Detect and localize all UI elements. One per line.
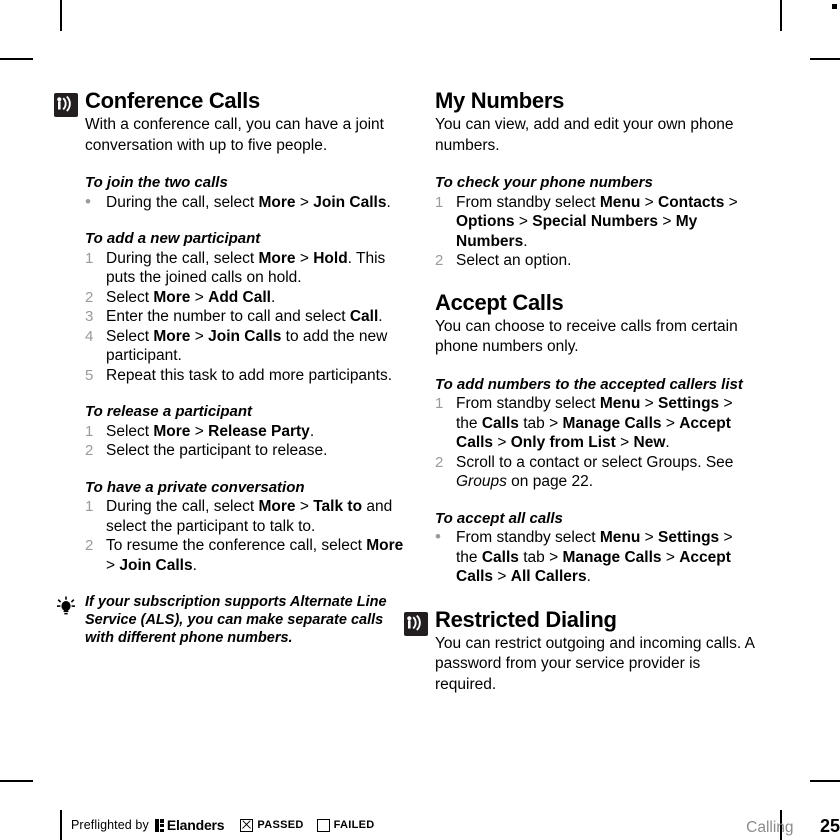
broadcast-signal-icon [404,611,428,636]
section-intro-my-numbers: You can view, add and edit your own phon… [435,116,734,154]
tip-note: If your subscription supports Alternate … [54,593,405,647]
list-item: 1 During the call, select More > Talk to … [85,497,405,536]
task-heading-release-participant: To release a participant [85,403,253,420]
crop-mark-top-right-horizontal [810,58,840,60]
list-item-text: From standby select Menu > Settings > th… [456,529,733,585]
list-item: 2 Scroll to a contact or select Groups. S… [435,453,755,492]
manual-page: Conference Calls With a conference call,… [54,88,840,836]
list-item-text: Repeat this task to add more participant… [106,366,393,384]
list-item: 2 Select More > Add Call. [85,288,405,308]
list-item-text: Select More > Add Call. [106,288,276,306]
list-item: 2 Select the participant to release. [85,441,405,461]
section-intro-restricted-dialing: You can restrict outgoing and incoming c… [435,634,755,693]
crop-mark-bottom-left-horizontal [0,780,33,782]
list-item: 2 Select an option. [435,251,755,271]
broadcast-signal-icon [54,93,78,117]
list-marker: 1 [435,193,444,211]
list-item-text: To resume the conference call, select Mo… [106,537,404,574]
list-item-text: Enter the number to call and select Call… [106,308,383,325]
list-item-text: During the call, select More > Hold. Thi… [106,249,386,287]
list-marker: 1 [435,395,444,412]
section-accept-calls: Accept Calls You can choose to receive c… [435,290,755,358]
preflight-bar: Preflighted by Elanders PASSED FAILED [60,810,375,840]
right-column: My Numbers You can view, add and edit yo… [404,88,755,695]
checkbox-unchecked-icon[interactable] [316,818,330,832]
elanders-mark-icon [154,818,164,832]
section-intro-accept-calls: You can choose to receive calls from cer… [435,317,738,356]
task-heading-private-conversation: To have a private conversation [85,478,305,496]
section-title-my-numbers: My Numbers [435,88,565,113]
task-heading-add-new-participant: To add a new participant [85,230,261,247]
list-item-text: From standby select Menu > Contacts > Op… [456,193,738,250]
list-marker: 1 [85,498,94,515]
crop-mark-bottom-right-horizontal [810,780,840,782]
step-list-add-new-participant: 1 During the call, select More > Hold. Th… [85,249,405,386]
section-conference-calls: Conference Calls With a conference call,… [54,88,405,156]
preflight-label: Preflighted by [71,818,149,832]
tip-text: If your subscription supports Alternate … [85,594,387,646]
crop-mark-top-right-vertical [780,0,782,31]
preflight-passed: PASSED [240,818,304,832]
step-list-accept-all-calls: • From standby select Menu > Settings > t… [435,528,755,587]
step-list-join-two-calls: • During the call, select More > Join Cal… [85,191,405,213]
list-item: 5 Repeat this task to add more participan… [85,366,405,386]
left-column: Conference Calls With a conference call,… [54,88,405,695]
page-title: Conference Calls [85,88,260,113]
list-marker: 3 [85,308,94,325]
section-title-accept-calls: Accept Calls [435,289,564,315]
list-marker: 2 [85,442,94,459]
list-item: • During the call, select More > Join Cal… [85,191,405,213]
list-item: 4 Select More > Join Calls to add the new… [85,327,405,366]
list-item-text: From standby select Menu > Settings > th… [456,395,733,451]
list-item: 1 From standby select Menu > Contacts > O… [435,193,755,252]
step-list-check-phone-numbers: 1 From standby select Menu > Contacts > O… [435,193,755,271]
section-restricted-dialing: Restricted Dialing You can restrict outg… [404,607,755,696]
list-item-text: Select More > Release Party. [106,422,315,440]
list-marker: 1 [85,249,94,267]
task-heading-check-phone-numbers: To check your phone numbers [435,174,653,191]
preflight-failed: FAILED [316,818,375,832]
list-item: 1 During the call, select More > Hold. Th… [85,249,405,288]
elanders-wordmark: Elanders [166,817,225,833]
list-marker: 2 [435,453,444,471]
list-marker: 5 [85,366,94,384]
list-item: 1 Select More > Release Party. [85,422,405,442]
list-marker: • [435,527,441,546]
list-item-text: Scroll to a contact or select Groups. Se… [456,453,734,491]
section-title-restricted-dialing: Restricted Dialing [435,606,617,632]
registration-dot [832,4,837,9]
preflight-failed-label: FAILED [333,819,375,831]
crop-mark-top-left-vertical [60,0,62,31]
list-item: 3 Enter the number to call and select Cal… [85,307,405,327]
list-marker: 4 [85,327,94,345]
list-item: 1 From standby select Menu > Settings > t… [435,394,755,453]
step-list-release-participant: 1 Select More > Release Party. 2 Select the… [85,422,405,461]
list-item-text: During the call, select More > Talk to a… [106,498,393,535]
list-item: • From standby select Menu > Settings > t… [435,528,755,587]
task-heading-add-accepted-callers: To add numbers to the accepted callers l… [435,375,743,393]
list-item-text: Select an option. [456,252,572,269]
list-item: 2 To resume the conference call, select M… [85,536,405,575]
section-intro: With a conference call, you can have a j… [85,116,384,154]
list-marker: 2 [85,288,94,306]
footer-section-name: Calling [746,819,794,836]
list-item-text: Select the participant to release. [106,442,328,459]
checkbox-checked-icon[interactable] [240,818,254,832]
list-item-text: During the call, select More > Join Call… [106,193,391,211]
crop-mark-top-left-horizontal [0,58,33,60]
footer-page-number: 25 [819,816,840,836]
task-heading-accept-all-calls: To accept all calls [435,509,563,527]
step-list-private-conversation: 1 During the call, select More > Talk to … [85,497,405,575]
step-list-add-accepted-callers: 1 From standby select Menu > Settings > t… [435,394,755,492]
section-my-numbers: My Numbers You can view, add and edit yo… [435,88,755,156]
list-item-text: Select More > Join Calls to add the new … [106,327,388,365]
list-marker: 2 [85,537,94,554]
list-marker: 2 [435,252,444,269]
list-marker: • [85,191,91,211]
task-heading-join-two-calls: To join the two calls [85,174,228,191]
elanders-logo: Elanders [154,817,225,833]
list-marker: 1 [85,422,94,440]
preflight-passed-label: PASSED [257,819,304,831]
lightbulb-tip-icon [54,596,78,620]
